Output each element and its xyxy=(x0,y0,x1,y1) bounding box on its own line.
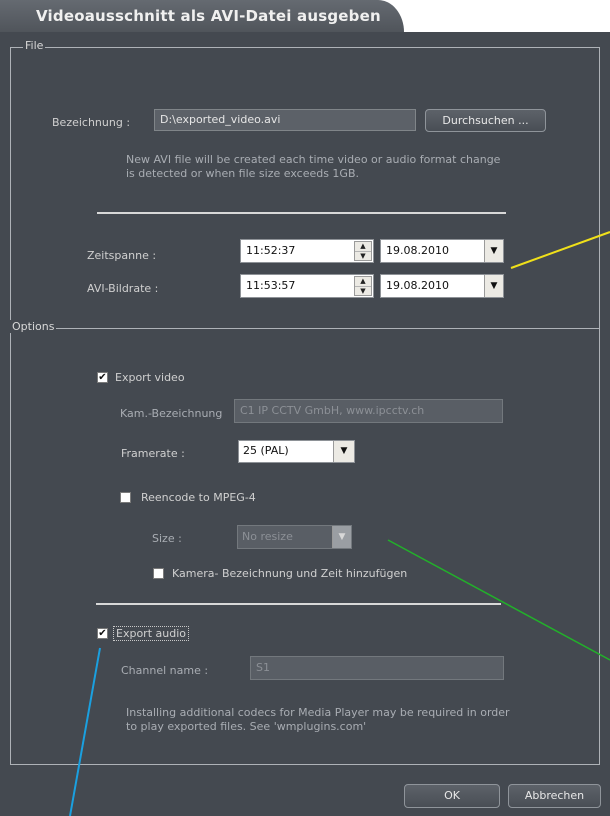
green-annotation-line xyxy=(387,539,610,661)
annotation-lines xyxy=(69,231,610,816)
blue-annotation-line xyxy=(69,647,101,816)
yellow-annotation-line xyxy=(510,231,610,269)
